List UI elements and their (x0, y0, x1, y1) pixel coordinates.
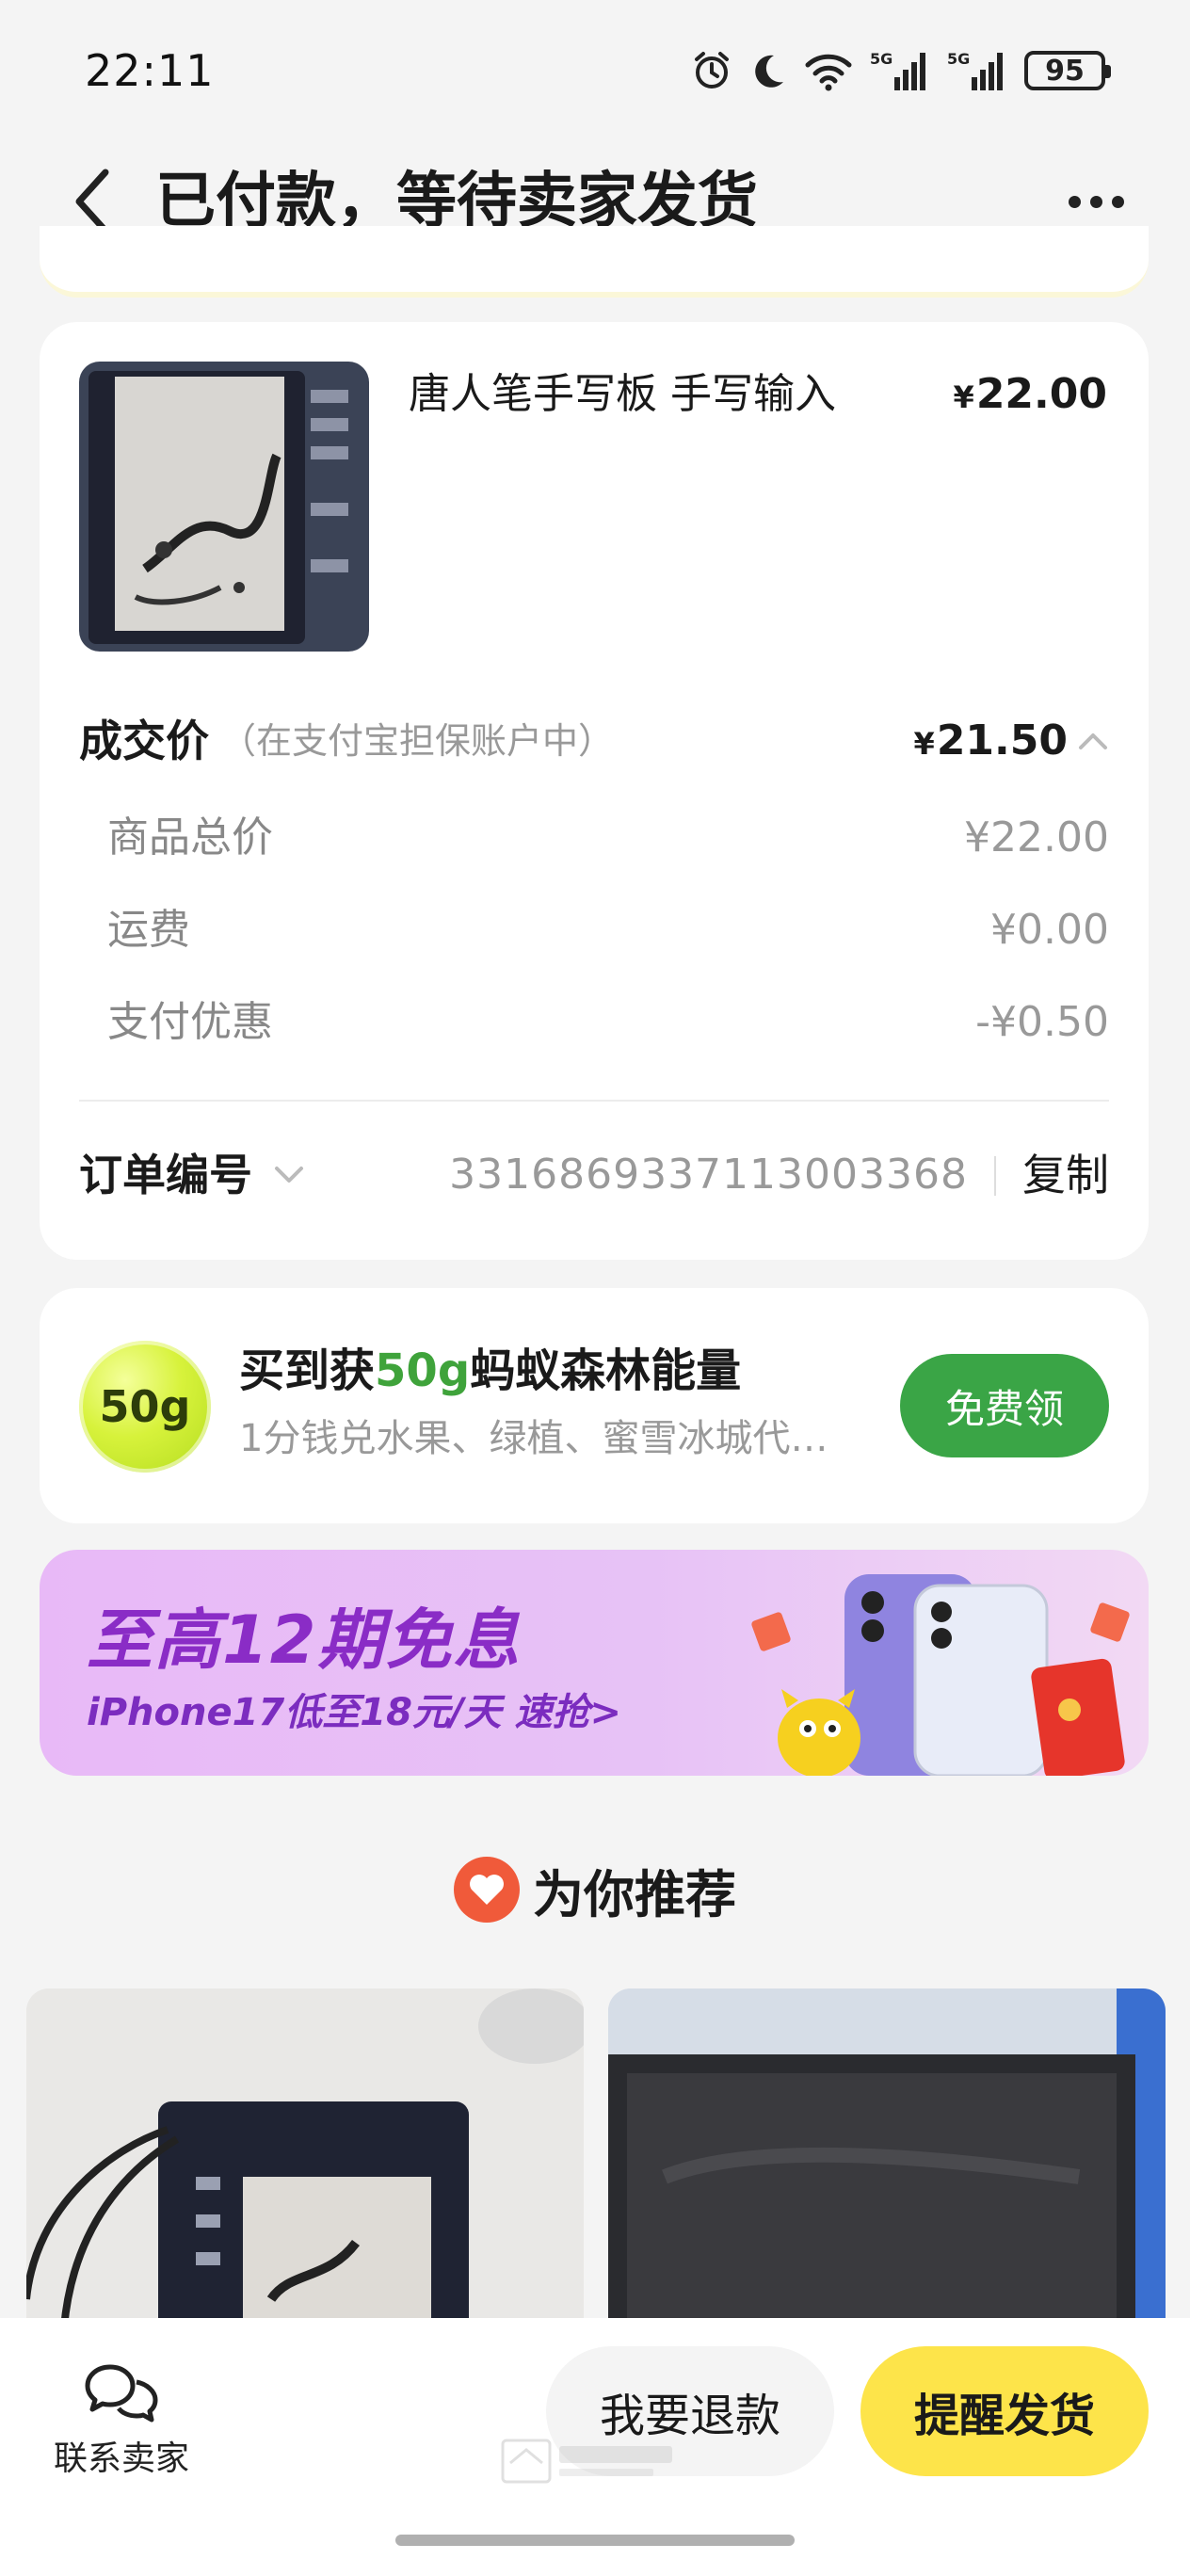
energy-subtitle: 1分钱兑水果、绿植、蜜雪冰城代… (239, 1417, 828, 1460)
svg-text:5G: 5G (947, 50, 970, 68)
breakdown-row: 商品总价 ¥22.00 (107, 808, 1109, 868)
deal-price-number: 21.50 (936, 716, 1068, 765)
moon-icon (749, 49, 787, 92)
remind-shipment-button[interactable]: 提醒发货 (860, 2346, 1149, 2476)
recommend-item[interactable] (608, 1988, 1166, 2365)
chat-icon (85, 2364, 158, 2423)
recommend-header: 为你推荐 (0, 1847, 1190, 1932)
status-time: 22:11 (85, 45, 215, 96)
divider (79, 1100, 1109, 1102)
product-image[interactable] (79, 362, 369, 652)
breakdown-value: -¥0.50 (975, 998, 1109, 1046)
contact-seller-label: 联系卖家 (53, 2439, 189, 2478)
energy-title-suffix: 蚂蚁森林能量 (470, 1344, 742, 1397)
deal-price-value: ¥21.50 (914, 708, 1068, 777)
product-price: ¥22.00 (954, 365, 1107, 427)
forest-energy-card[interactable]: 50g 买到获50g蚂蚁森林能量 1分钱兑水果、绿植、蜜雪冰城代… 免费领 (40, 1288, 1149, 1523)
currency-symbol: ¥ (953, 379, 974, 415)
home-indicator[interactable] (395, 2535, 795, 2546)
copy-button[interactable]: 复制 (1022, 1141, 1109, 1209)
energy-badge: 50g (79, 1341, 211, 1473)
recommend-item[interactable] (26, 1988, 584, 2365)
order-number-row: 订单编号 3316869337113003368 复制 (79, 1141, 1109, 1209)
watermark-logo (501, 2439, 672, 2484)
energy-title-highlight: 50g (375, 1344, 471, 1397)
alarm-icon (691, 49, 732, 92)
deal-price-row[interactable]: 成交价 （在支付宝担保账户中） ¥21.50 (79, 708, 1109, 774)
free-claim-button[interactable]: 免费领 (900, 1354, 1109, 1457)
breakdown-row: 运费 ¥0.00 (107, 900, 1109, 960)
energy-title-prefix: 买到获 (239, 1344, 376, 1397)
energy-title: 买到获50g蚂蚁森林能量 (239, 1341, 741, 1401)
separator (994, 1156, 996, 1196)
status-bar: 22:11 5G 5G 95 (0, 0, 1190, 141)
currency-symbol: ¥ (913, 726, 935, 762)
wifi-icon (804, 49, 853, 92)
chevron-down-icon[interactable] (273, 1160, 305, 1188)
order-card: 唐人笔手写板 手写输入 ¥22.00 成交价 （在支付宝担保账户中） ¥21.5… (40, 322, 1149, 1260)
recommend-item-image (608, 1988, 1166, 2365)
previous-card-edge (40, 226, 1149, 298)
promo-subtitle: iPhone17低至18元/天 速抢> (87, 1691, 621, 1734)
product-price-value: 22.00 (975, 370, 1107, 418)
breakdown-label: 运费 (107, 906, 190, 954)
heart-icon (454, 1857, 520, 1923)
breakdown-label: 支付优惠 (107, 998, 273, 1046)
breakdown-row: 支付优惠 -¥0.50 (107, 992, 1109, 1053)
deal-price-label: 成交价 (79, 716, 209, 766)
promo-banner[interactable]: 至高12期免息 iPhone17低至18元/天 速抢> (40, 1550, 1149, 1776)
order-number-label[interactable]: 订单编号 (79, 1141, 252, 1209)
recommend-title: 为你推荐 (533, 1864, 736, 1924)
promo-title: 至高12期免息 (87, 1602, 522, 1679)
svg-text:5G: 5G (870, 50, 892, 68)
order-detail-page: 22:11 5G 5G 95 已付款，等待卖家发货 唐人笔手写板 手写输入 ¥2… (0, 0, 1190, 2576)
breakdown-value: ¥0.00 (990, 906, 1109, 954)
battery-indicator: 95 (1024, 51, 1111, 90)
phone-promo-illustration (751, 1574, 1130, 1776)
product-title[interactable]: 唐人笔手写板 手写输入 (409, 365, 836, 424)
recommend-item-image (26, 1988, 584, 2365)
signal-5g-icon: 5G (870, 49, 930, 92)
deal-price-note: （在支付宝担保账户中） (220, 720, 615, 762)
breakdown-value: ¥22.00 (964, 813, 1109, 861)
signal-5g-icon: 5G (947, 49, 1007, 92)
chevron-up-icon[interactable] (1077, 727, 1109, 755)
breakdown-label: 商品总价 (107, 813, 273, 861)
bottom-action-bar: 联系卖家 我要退款 提醒发货 (0, 2318, 1190, 2576)
status-icons: 5G 5G 95 (691, 49, 1111, 92)
order-number-value: 3316869337113003368 (449, 1151, 968, 1199)
contact-seller-button[interactable]: 联系卖家 (51, 2359, 192, 2501)
